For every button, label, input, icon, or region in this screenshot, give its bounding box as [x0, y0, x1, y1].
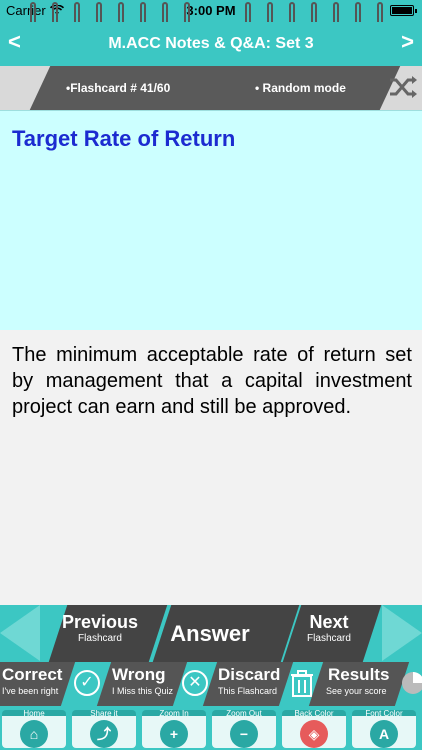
zoom-out-icon: −	[230, 720, 258, 748]
share-button[interactable]: Share it ⤴	[72, 710, 136, 748]
back-color-button[interactable]: Back Color ◈	[282, 710, 346, 748]
next-sublabel: Flashcard	[307, 633, 351, 644]
info-strip: •Flashcard # 41/60 • Random mode	[0, 66, 422, 110]
discard-sublabel: This Flashcard	[218, 686, 278, 696]
home-label: Home	[23, 709, 45, 718]
discard-label: Discard	[218, 665, 281, 684]
previous-button[interactable]: Previous Flashcard	[60, 612, 140, 644]
status-bar: Carrier 3:00 PM	[0, 0, 422, 22]
forward-button[interactable]: >	[401, 31, 414, 53]
check-icon: ✓	[74, 670, 100, 696]
next-button[interactable]: Next Flashcard	[290, 612, 368, 644]
bottom-toolbar: Home ⌂ Share it ⤴ Zoom In + Zoom Out − B…	[0, 706, 422, 750]
home-icon: ⌂	[20, 720, 48, 748]
results-label: Results	[328, 665, 390, 684]
answer-button[interactable]: Answer	[150, 621, 270, 647]
zoom-in-icon: +	[160, 720, 188, 748]
zoom-out-label: Zoom Out	[226, 709, 262, 718]
zoom-out-button[interactable]: Zoom Out −	[212, 710, 276, 748]
font-letter-icon: A	[370, 720, 398, 748]
shuffle-icon[interactable]	[388, 72, 418, 102]
trash-icon	[291, 670, 313, 697]
answer-panel: The minimum acceptable rate of return se…	[0, 330, 422, 605]
flashcard-navigation: Previous Flashcard Answer Next Flashcard	[0, 605, 422, 662]
wrong-button[interactable]: Wrong I Miss this Quiz ✕	[96, 662, 210, 706]
zoom-in-label: Zoom In	[159, 709, 189, 718]
correct-button[interactable]: Correct I've been right ✓	[0, 662, 104, 706]
share-label: Share it	[90, 709, 118, 718]
action-row: Correct I've been right ✓ Wrong I Miss t…	[0, 662, 422, 706]
nav-title: M.ACC Notes & Q&A: Set 3	[108, 35, 314, 52]
previous-sublabel: Flashcard	[78, 633, 122, 644]
previous-arrow-icon[interactable]	[0, 605, 40, 661]
zoom-in-button[interactable]: Zoom In +	[142, 710, 206, 748]
results-button[interactable]: Results See your score	[308, 662, 422, 706]
close-icon: ✕	[182, 670, 208, 696]
correct-sublabel: I've been right	[2, 686, 59, 696]
wrong-label: Wrong	[112, 665, 166, 684]
question-panel: Target Rate of Return	[0, 110, 422, 330]
next-label: Next	[309, 612, 349, 632]
back-button[interactable]: <	[8, 31, 21, 53]
previous-label: Previous	[61, 612, 139, 632]
results-sublabel: See your score	[326, 686, 387, 696]
paint-bucket-icon: ◈	[300, 720, 328, 748]
font-color-label: Font Color	[365, 709, 403, 718]
back-color-label: Back Color	[294, 709, 334, 718]
correct-label: Correct	[2, 665, 63, 684]
home-button[interactable]: Home ⌂	[2, 710, 66, 748]
question-text: Target Rate of Return	[12, 126, 236, 151]
wrong-sublabel: I Miss this Quiz	[112, 686, 174, 696]
flashcard-counter: •Flashcard # 41/60	[66, 81, 171, 95]
nav-bar: < M.ACC Notes & Q&A: Set 3 >	[0, 22, 422, 66]
pie-chart-icon	[402, 672, 422, 694]
next-arrow-icon[interactable]	[382, 605, 422, 661]
random-mode-label: • Random mode	[255, 81, 346, 95]
status-time: 3:00 PM	[186, 3, 236, 18]
answer-text: The minimum acceptable rate of return se…	[12, 344, 412, 418]
discard-button[interactable]: Discard This Flashcard	[202, 662, 316, 706]
battery-icon	[390, 5, 417, 16]
font-color-button[interactable]: Font Color A	[352, 710, 416, 748]
share-icon: ⤴	[90, 720, 118, 748]
